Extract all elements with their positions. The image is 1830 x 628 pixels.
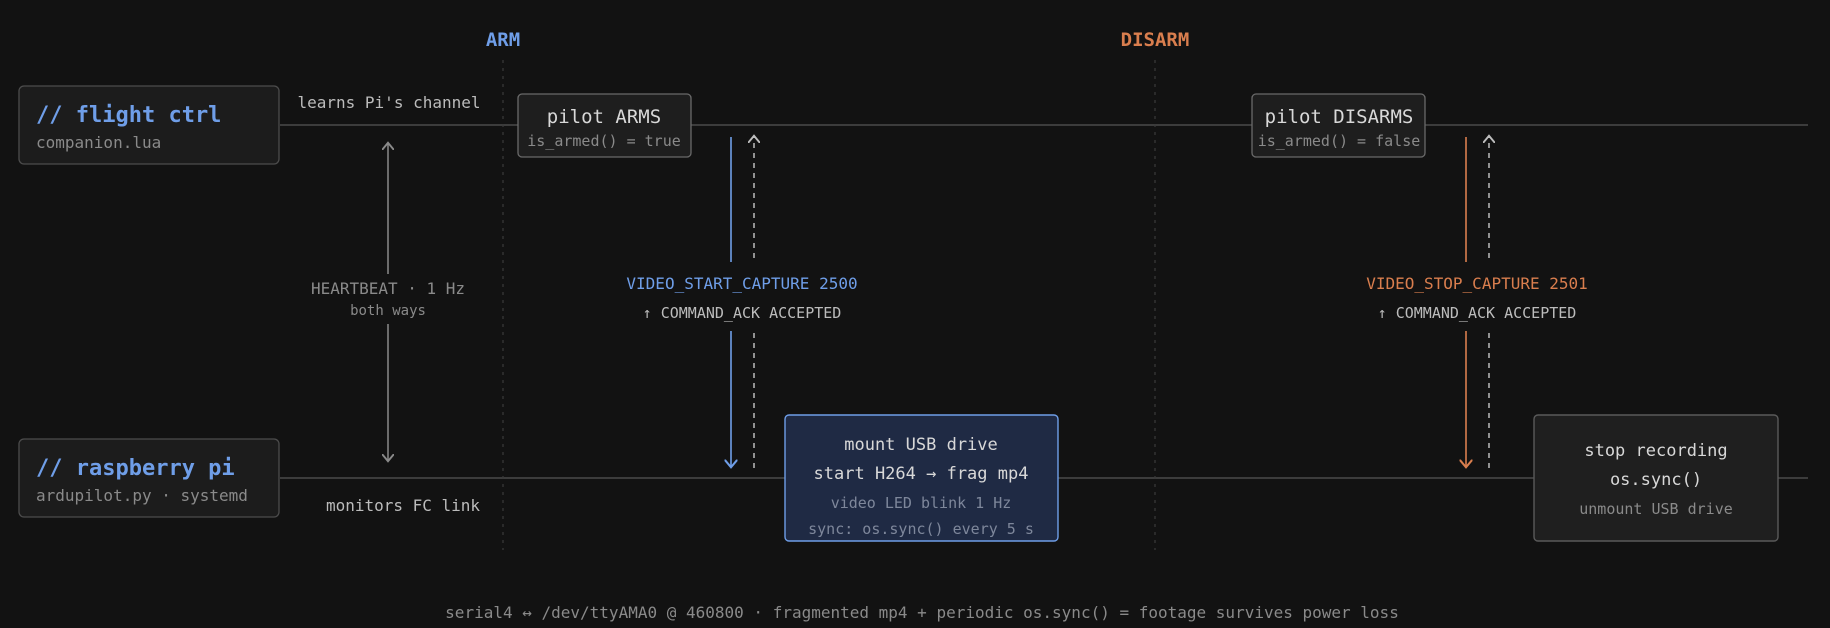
stop-action-line-3: unmount USB drive bbox=[1579, 500, 1733, 518]
pilot-disarms-detail: is_armed() = false bbox=[1258, 132, 1421, 150]
stop-recording-box: stop recording os.sync() unmount USB dri… bbox=[1533, 414, 1779, 542]
start-command-label: VIDEO_START_CAPTURE 2500 bbox=[626, 274, 857, 293]
heartbeat-label: HEARTBEAT · 1 Hz bbox=[311, 279, 465, 298]
start-recording-box: mount USB drive start H264 → frag mp4 vi… bbox=[784, 414, 1059, 542]
footer-caption: serial4 ↔ /dev/ttyAMA0 @ 460800 · fragme… bbox=[445, 603, 1399, 622]
pilot-disarms-title: pilot DISARMS bbox=[1265, 106, 1414, 128]
flight-ctrl-subtitle: companion.lua bbox=[36, 133, 161, 152]
pilot-arms-detail: is_armed() = true bbox=[527, 132, 681, 150]
raspberry-pi-node: // raspberry pi ardupilot.py · systemd bbox=[18, 438, 280, 518]
pilot-arms-event: pilot ARMS is_armed() = true bbox=[517, 93, 692, 158]
start-action-line-1: mount USB drive bbox=[844, 435, 998, 455]
raspberry-pi-subtitle: ardupilot.py · systemd bbox=[36, 486, 248, 505]
start-ack-label: ↑ COMMAND_ACK ACCEPTED bbox=[643, 304, 842, 322]
heartbeat-sublabel: both ways bbox=[350, 303, 426, 319]
pilot-arms-title: pilot ARMS bbox=[547, 106, 661, 128]
start-action-line-2: start H264 → frag mp4 bbox=[814, 464, 1029, 484]
start-action-line-3: video LED blink 1 Hz bbox=[831, 494, 1012, 512]
pi-lane-note: monitors FC link bbox=[326, 496, 480, 515]
stop-ack-label: ↑ COMMAND_ACK ACCEPTED bbox=[1378, 304, 1577, 322]
sequence-diagram: ARM DISARM // flight ctrl companion.lua … bbox=[18, 29, 1808, 622]
raspberry-pi-title: // raspberry pi bbox=[36, 456, 235, 481]
flight-ctrl-node: // flight ctrl companion.lua bbox=[18, 85, 280, 165]
start-action-line-4: sync: os.sync() every 5 s bbox=[808, 520, 1034, 538]
arm-phase-label: ARM bbox=[486, 29, 520, 51]
flight-ctrl-title: // flight ctrl bbox=[36, 103, 221, 128]
disarm-phase-label: DISARM bbox=[1121, 29, 1190, 51]
fc-lane-note: learns Pi's channel bbox=[297, 93, 480, 112]
stop-command-label: VIDEO_STOP_CAPTURE 2501 bbox=[1366, 274, 1588, 293]
pilot-disarms-event: pilot DISARMS is_armed() = false bbox=[1251, 93, 1426, 158]
stop-action-line-1: stop recording bbox=[1584, 441, 1727, 461]
stop-action-line-2: os.sync() bbox=[1610, 470, 1702, 490]
